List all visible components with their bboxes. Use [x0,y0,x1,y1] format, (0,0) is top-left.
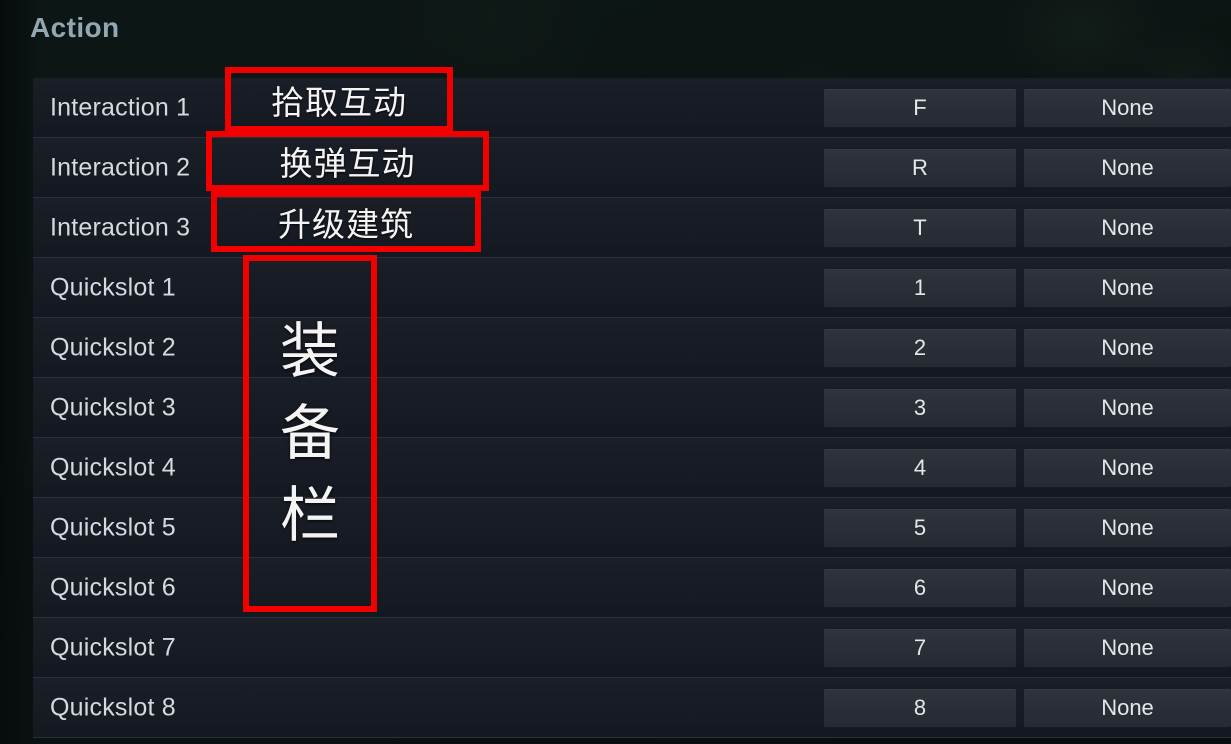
primary-binding-button[interactable]: 5 [824,508,1016,547]
annotation-label-quickslots: 装 备 栏 [280,322,340,546]
page-header: Action [30,12,120,44]
action-label: Quickslot 2 [50,333,176,361]
secondary-binding-button[interactable]: None [1024,328,1231,367]
action-label: Quickslot 8 [50,693,176,721]
primary-binding-button[interactable]: 1 [824,268,1016,307]
table-row: Quickslot 7 7 None [33,618,1231,678]
primary-binding-button[interactable]: T [824,208,1016,247]
primary-binding-button[interactable]: 7 [824,628,1016,667]
primary-binding-button[interactable]: 8 [824,688,1016,727]
primary-binding-button[interactable]: F [824,88,1016,127]
annotation-box-interaction-1: 拾取互动 [225,67,453,132]
annotation-box-quickslots: 装 备 栏 [243,255,377,612]
secondary-binding-button[interactable]: None [1024,208,1231,247]
table-row: Quickslot 2 2 None [33,318,1231,378]
action-label: Quickslot 1 [50,273,176,301]
action-label: Interaction 1 [50,93,191,121]
secondary-binding-button[interactable]: None [1024,508,1231,547]
secondary-binding-button[interactable]: None [1024,568,1231,607]
action-label: Quickslot 4 [50,453,176,481]
secondary-binding-button[interactable]: None [1024,448,1231,487]
secondary-binding-button[interactable]: None [1024,388,1231,427]
secondary-binding-button[interactable]: None [1024,268,1231,307]
secondary-binding-button[interactable]: None [1024,688,1231,727]
table-row: Quickslot 5 5 None [33,498,1231,558]
action-label: Quickslot 7 [50,633,176,661]
primary-binding-button[interactable]: 3 [824,388,1016,427]
secondary-binding-button[interactable]: None [1024,148,1231,187]
table-row: Quickslot 4 4 None [33,438,1231,498]
primary-binding-button[interactable]: 2 [824,328,1016,367]
annotation-box-interaction-2: 换弹互动 [206,131,489,191]
action-label: Quickslot 6 [50,573,176,601]
secondary-binding-button[interactable]: None [1024,88,1231,127]
table-row: Quickslot 8 8 None [33,678,1231,738]
secondary-binding-button[interactable]: None [1024,628,1231,667]
action-label: Interaction 2 [50,153,191,181]
action-label: Quickslot 3 [50,393,176,421]
page-title: Action [30,12,120,43]
annotation-label-interaction-1: 拾取互动 [271,82,407,122]
primary-binding-button[interactable]: R [824,148,1016,187]
action-label: Quickslot 5 [50,513,176,541]
annotation-char-1: 装 [280,316,340,387]
annotation-label-interaction-2: 换弹互动 [279,144,416,183]
table-row: Quickslot 6 6 None [33,558,1231,618]
primary-binding-button[interactable]: 6 [824,568,1016,607]
table-row: Interaction 1 F None [33,78,1231,138]
primary-binding-button[interactable]: 4 [824,448,1016,487]
table-row: Quickslot 3 3 None [33,378,1231,438]
annotation-char-2: 备 [280,398,340,469]
annotation-label-interaction-3: 升级建筑 [278,204,414,244]
table-row: Quickslot 1 1 None [33,258,1231,318]
annotation-char-3: 栏 [280,480,340,551]
annotation-box-interaction-3: 升级建筑 [211,191,481,252]
action-label: Interaction 3 [50,213,191,241]
